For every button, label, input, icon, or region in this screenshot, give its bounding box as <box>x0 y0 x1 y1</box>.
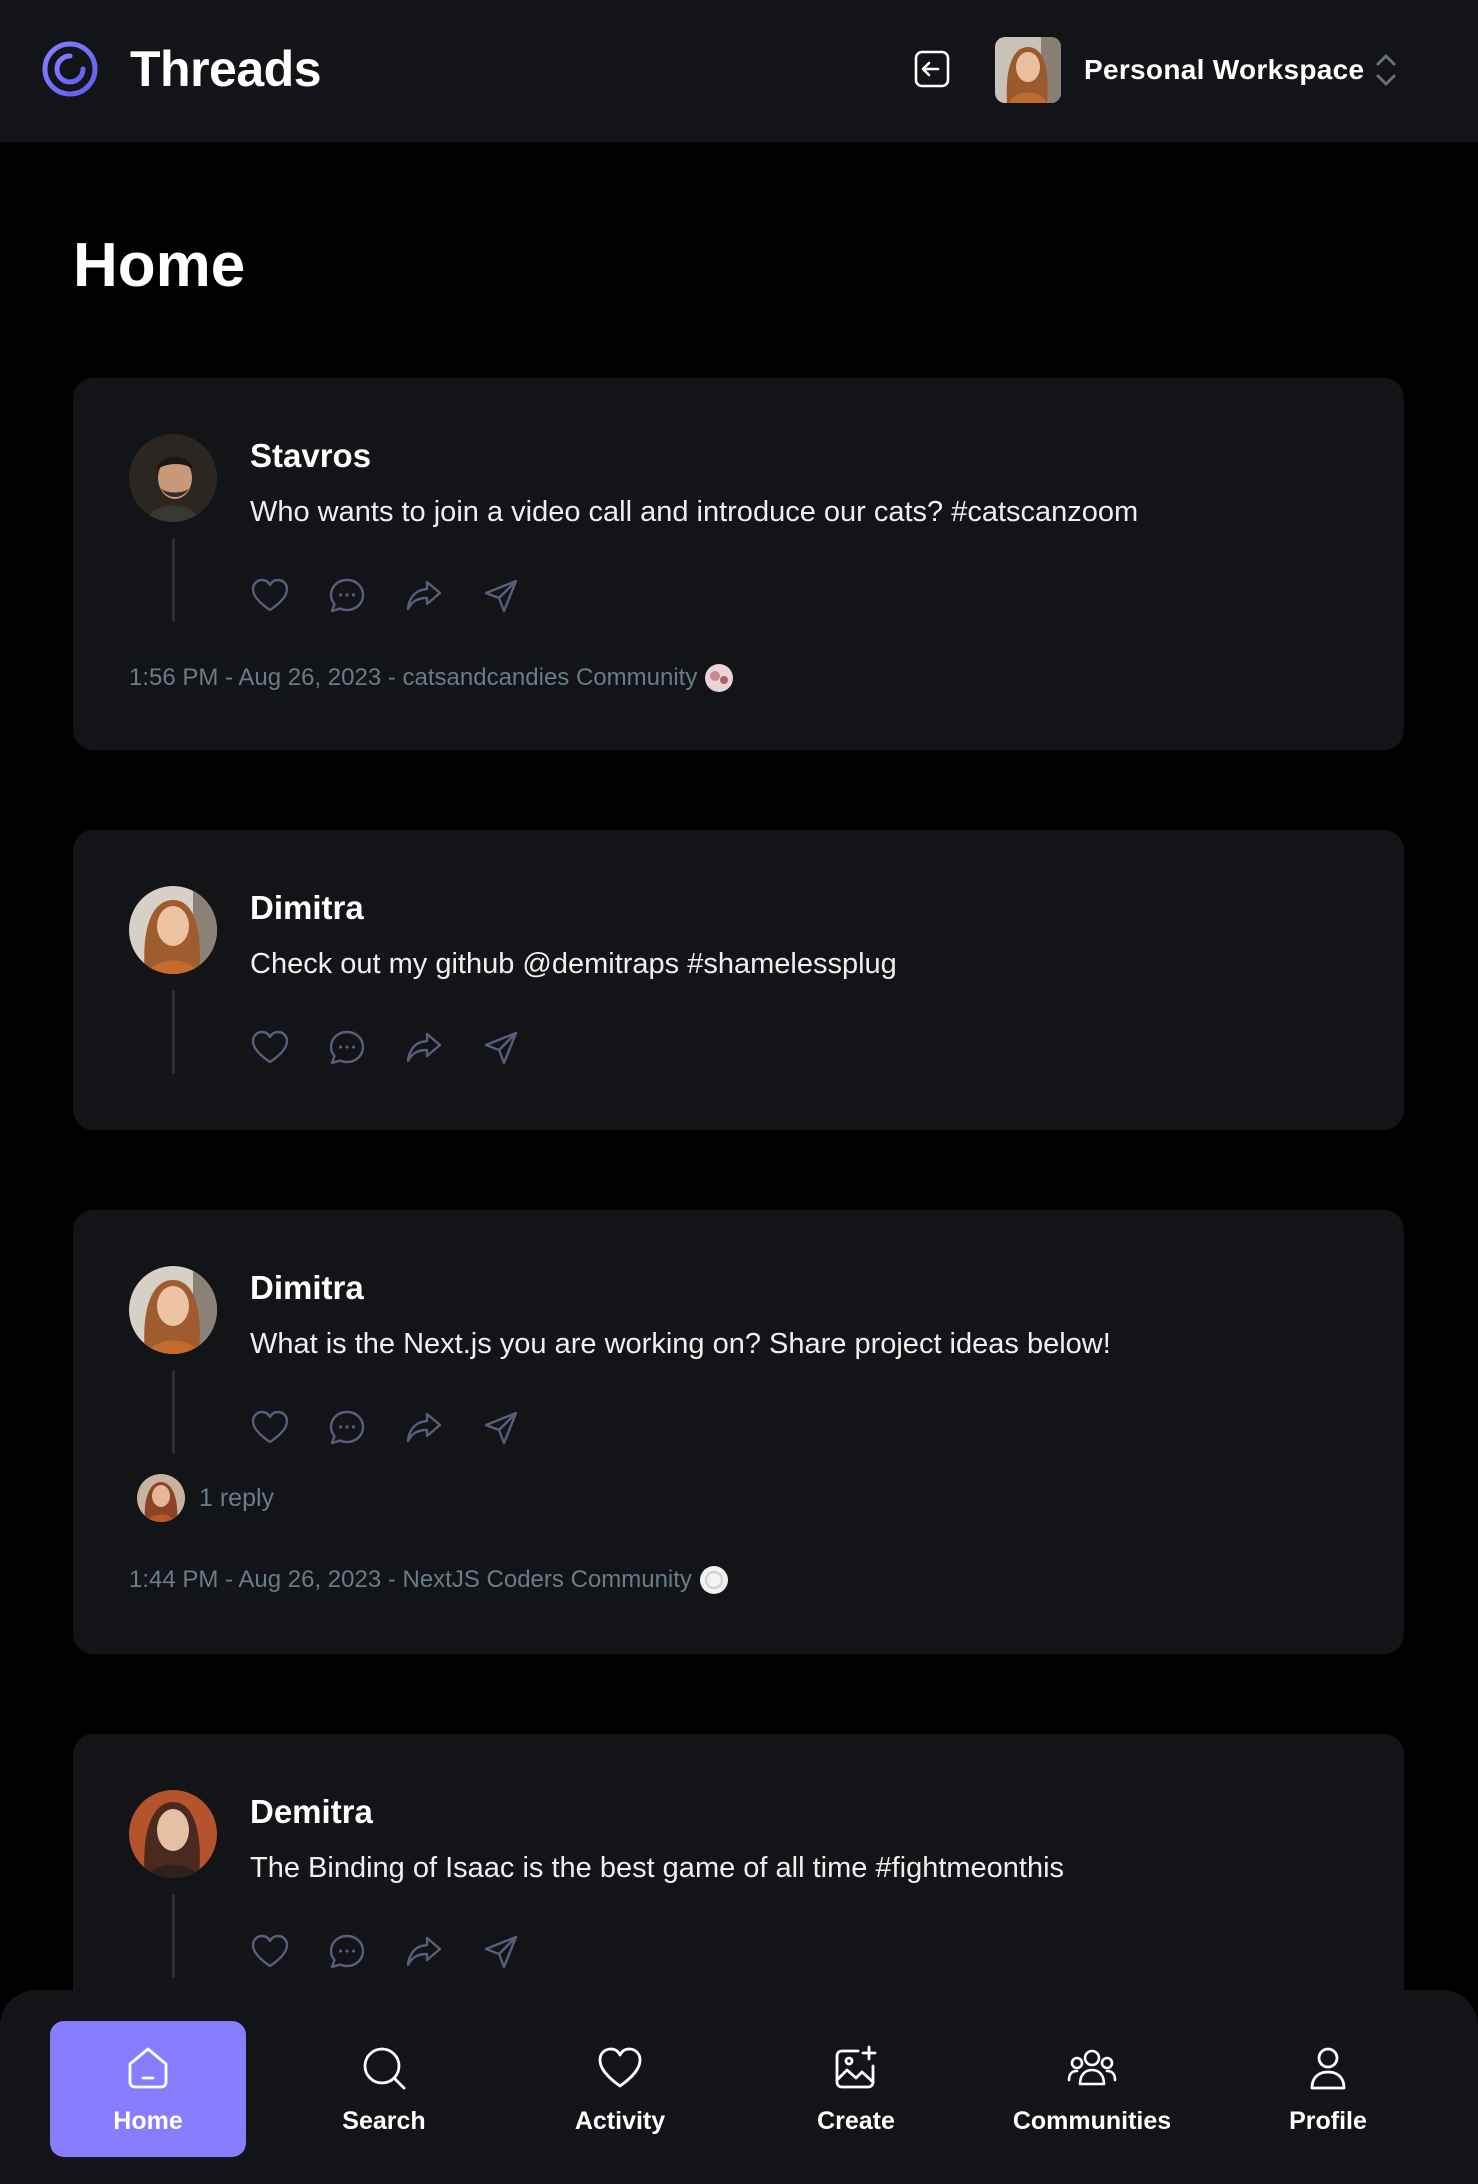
replies-count: 1 reply <box>199 1483 275 1512</box>
heart-icon <box>251 1030 289 1064</box>
profile-icon <box>1302 2042 1354 2094</box>
thread-card: Dimitra What is the Next.js you are work… <box>73 1210 1404 1654</box>
thread-meta-text[interactable]: 1:56 PM - Aug 26, 2023 - catsandcandies … <box>129 662 697 694</box>
share-button[interactable] <box>481 1028 521 1068</box>
repost-icon <box>406 1032 442 1063</box>
nav-communities[interactable]: Communities <box>994 2021 1190 2157</box>
thread-meta: 1:44 PM - Aug 26, 2023 - NextJS Coders C… <box>129 1564 728 1596</box>
thread-actions <box>250 1028 521 1068</box>
like-button[interactable] <box>250 1932 290 1972</box>
nav-communities-label: Communities <box>1012 2107 1172 2135</box>
share-button[interactable] <box>481 576 521 616</box>
like-button[interactable] <box>250 1408 290 1448</box>
author-avatar[interactable] <box>129 1790 217 1878</box>
workspace-avatar[interactable] <box>995 37 1061 103</box>
nav-home[interactable]: Home <box>50 2021 246 2157</box>
heart-icon <box>251 1934 289 1968</box>
thread-actions <box>250 576 521 616</box>
repost-button[interactable] <box>404 576 444 616</box>
threads-logo-icon[interactable] <box>40 39 100 99</box>
comment-button[interactable] <box>327 1408 367 1448</box>
repost-button[interactable] <box>404 1028 444 1068</box>
author-name[interactable]: Stavros <box>250 434 371 478</box>
thread-card: Stavros Who wants to join a video call a… <box>73 378 1404 750</box>
nav-create-label: Create <box>817 2107 895 2135</box>
repost-button[interactable] <box>404 1932 444 1972</box>
thread-actions <box>250 1932 521 1972</box>
thread-actions <box>250 1408 521 1448</box>
thread-meta: 1:56 PM - Aug 26, 2023 - catsandcandies … <box>129 662 734 694</box>
nav-profile-label: Profile <box>1289 2107 1367 2135</box>
logout-icon <box>910 47 954 96</box>
thread-content: The Binding of Isaac is the best game of… <box>250 1852 1065 1884</box>
thread-content: What is the Next.js you are working on? … <box>250 1328 1111 1360</box>
thread-meta-text[interactable]: 1:44 PM - Aug 26, 2023 - NextJS Coders C… <box>129 1564 692 1596</box>
reply-avatar <box>137 1474 185 1522</box>
thread-line <box>172 1894 175 1978</box>
page-title: Home <box>73 231 246 300</box>
author-name[interactable]: Demitra <box>250 1790 373 1834</box>
comment-button[interactable] <box>327 1028 367 1068</box>
author-avatar[interactable] <box>129 886 217 974</box>
repost-icon <box>406 1936 442 1967</box>
repost-icon <box>406 580 442 611</box>
app-title[interactable]: Threads <box>130 38 322 100</box>
create-image-icon <box>830 2042 882 2094</box>
author-avatar[interactable] <box>129 1266 217 1354</box>
nav-search[interactable]: Search <box>286 2021 482 2157</box>
repost-icon <box>406 1412 442 1443</box>
comment-button[interactable] <box>327 576 367 616</box>
comment-icon <box>329 1030 365 1065</box>
share-icon <box>484 1935 518 1969</box>
author-name[interactable]: Dimitra <box>250 1266 364 1310</box>
heart-icon <box>251 1410 289 1444</box>
chevron-up-down-icon[interactable] <box>1372 50 1400 90</box>
author-avatar[interactable] <box>129 434 217 522</box>
thread-card: Dimitra Check out my github @demitraps #… <box>73 830 1404 1130</box>
thread-line <box>172 990 175 1074</box>
comment-icon <box>329 1410 365 1445</box>
share-button[interactable] <box>481 1932 521 1972</box>
search-icon <box>358 2042 410 2094</box>
comment-button[interactable] <box>327 1932 367 1972</box>
share-icon <box>484 1031 518 1065</box>
thread-card: Demitra The Binding of Isaac is the best… <box>73 1734 1404 2034</box>
community-avatar[interactable] <box>699 1566 728 1594</box>
share-icon <box>484 579 518 613</box>
repost-button[interactable] <box>404 1408 444 1448</box>
author-name[interactable]: Dimitra <box>250 886 364 930</box>
like-button[interactable] <box>250 1028 290 1068</box>
communities-icon <box>1066 2042 1118 2094</box>
nav-activity[interactable]: Activity <box>522 2021 718 2157</box>
bottom-nav: Home Search Activity Create Communities … <box>0 1990 1478 2184</box>
home-icon <box>122 2042 174 2094</box>
community-avatar[interactable] <box>705 664 734 692</box>
top-bar: Threads Personal Workspace <box>0 0 1478 142</box>
replies-link[interactable]: 1 reply <box>137 1474 274 1522</box>
thread-content: Who wants to join a video call and intro… <box>250 496 1139 528</box>
nav-search-label: Search <box>342 2107 426 2135</box>
heart-icon <box>594 2042 646 2094</box>
like-button[interactable] <box>250 576 290 616</box>
logout-button[interactable] <box>906 45 958 97</box>
nav-profile[interactable]: Profile <box>1230 2021 1426 2157</box>
comment-icon <box>329 578 365 613</box>
nav-activity-label: Activity <box>574 2107 666 2135</box>
heart-icon <box>251 578 289 612</box>
share-button[interactable] <box>481 1408 521 1448</box>
nav-create[interactable]: Create <box>758 2021 954 2157</box>
share-icon <box>484 1411 518 1445</box>
thread-line <box>172 1370 175 1454</box>
nav-home-label: Home <box>113 2107 183 2135</box>
thread-content: Check out my github @demitraps #shameles… <box>250 948 897 980</box>
workspace-name[interactable]: Personal Workspace <box>1084 51 1364 89</box>
thread-line <box>172 538 175 622</box>
comment-icon <box>329 1934 365 1969</box>
